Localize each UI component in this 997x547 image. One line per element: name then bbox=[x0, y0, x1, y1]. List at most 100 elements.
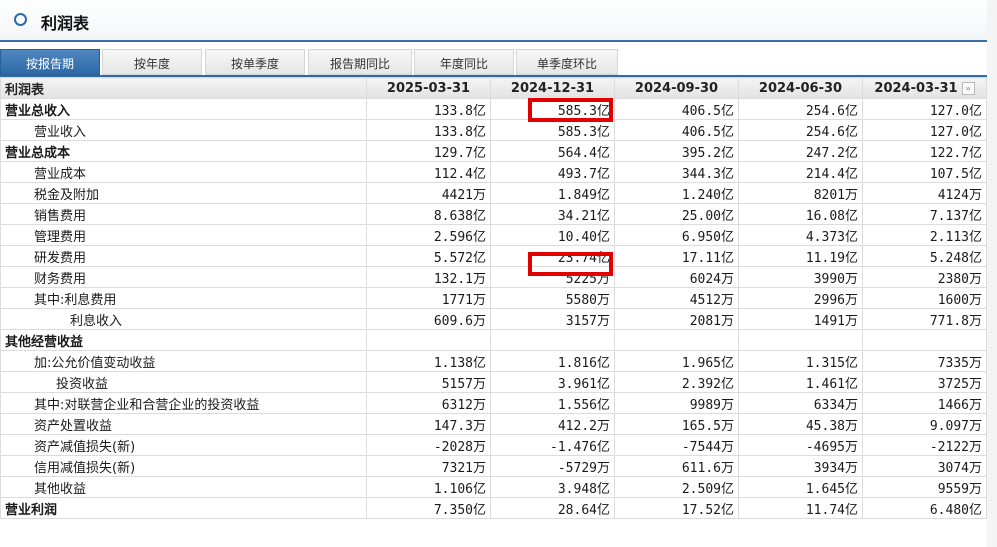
row-label: 管理费用 bbox=[0, 224, 367, 246]
row-label: 加:公允价值变动收益 bbox=[0, 350, 367, 372]
cell-value: 254.6亿 bbox=[738, 98, 863, 120]
cell-value: 2996万 bbox=[738, 287, 863, 309]
cell-value: -2028万 bbox=[366, 434, 491, 456]
cell-value: 34.21亿 bbox=[490, 203, 615, 225]
cell-value: 133.8亿 bbox=[366, 98, 491, 120]
cell-value: 5580万 bbox=[490, 287, 615, 309]
table-row: 资产减值损失(新) -2028万 -1.476亿 -7544万 -4695万 -2122万 bbox=[0, 434, 987, 456]
cell-value: -2122万 bbox=[862, 434, 987, 456]
income-statement-table: 利润表 2025-03-31 2024-12-31 2024-09-30 202… bbox=[0, 77, 987, 519]
table-row: 财务费用 132.1万 5225万 6024万 3990万 2380万 bbox=[0, 266, 987, 288]
cell-value: 7.350亿 bbox=[366, 497, 491, 519]
row-label: 营业总成本 bbox=[0, 140, 367, 162]
cell-value: 11.74亿 bbox=[738, 497, 863, 519]
column-header-date[interactable]: 2024-03-31» bbox=[862, 77, 987, 99]
column-header-date[interactable]: 2024-09-30 bbox=[614, 77, 739, 99]
cell-value: 25.00亿 bbox=[614, 203, 739, 225]
row-label: 信用减值损失(新) bbox=[0, 455, 367, 477]
row-label: 财务费用 bbox=[0, 266, 367, 288]
cell-value bbox=[614, 329, 739, 351]
cell-value: 5225万 bbox=[490, 266, 615, 288]
cell-value: 3157万 bbox=[490, 308, 615, 330]
cell-value: 412.2万 bbox=[490, 413, 615, 435]
row-label: 其他收益 bbox=[0, 476, 367, 498]
page-title: 利润表 bbox=[41, 14, 90, 33]
row-label: 销售费用 bbox=[0, 203, 367, 225]
table-row: 信用减值损失(新) 7321万 -5729万 611.6万 3934万 3074万 bbox=[0, 455, 987, 477]
table-row: 营业利润 7.350亿 28.64亿 17.52亿 11.74亿 6.480亿 bbox=[0, 497, 987, 519]
row-label: 其中:利息费用 bbox=[0, 287, 367, 309]
cell-value: 1.240亿 bbox=[614, 182, 739, 204]
table-row: 营业成本 112.4亿 493.7亿 344.3亿 214.4亿 107.5亿 bbox=[0, 161, 987, 183]
row-label: 营业成本 bbox=[0, 161, 367, 183]
cell-value: 3074万 bbox=[862, 455, 987, 477]
cell-value: 6024万 bbox=[614, 266, 739, 288]
cell-value: 23.74亿 bbox=[490, 245, 615, 267]
table-row: 其他经营收益 bbox=[0, 329, 987, 351]
cell-value: 1.556亿 bbox=[490, 392, 615, 414]
row-label: 营业收入 bbox=[0, 119, 367, 141]
page-header: 利润表 bbox=[0, 0, 997, 42]
table-row: 资产处置收益 147.3万 412.2万 165.5万 45.38万 9.097万 bbox=[0, 413, 987, 435]
cell-value: 1.965亿 bbox=[614, 350, 739, 372]
cell-value: 3725万 bbox=[862, 371, 987, 393]
table-row: 利息收入 609.6万 3157万 2081万 1491万 771.8万 bbox=[0, 308, 987, 330]
cell-value: 214.4亿 bbox=[738, 161, 863, 183]
cell-value: -5729万 bbox=[490, 455, 615, 477]
cell-value: 122.7亿 bbox=[862, 140, 987, 162]
cell-value: -7544万 bbox=[614, 434, 739, 456]
cell-value bbox=[490, 329, 615, 351]
cell-value: 1.816亿 bbox=[490, 350, 615, 372]
vertical-scrollbar[interactable] bbox=[987, 0, 997, 547]
cell-value bbox=[862, 329, 987, 351]
tab-report-period-yoy[interactable]: 报告期同比 bbox=[308, 49, 412, 75]
cell-value: 395.2亿 bbox=[614, 140, 739, 162]
cell-value: 4124万 bbox=[862, 182, 987, 204]
cell-value: 1466万 bbox=[862, 392, 987, 414]
cell-value: 1771万 bbox=[366, 287, 491, 309]
tab-by-single-quarter[interactable]: 按单季度 bbox=[205, 49, 305, 75]
column-header-date[interactable]: 2024-06-30 bbox=[738, 77, 863, 99]
cell-value: 406.5亿 bbox=[614, 119, 739, 141]
column-header-date[interactable]: 2024-12-31 bbox=[490, 77, 615, 99]
cell-value: 1.106亿 bbox=[366, 476, 491, 498]
cell-value: 28.64亿 bbox=[490, 497, 615, 519]
more-columns-icon[interactable]: » bbox=[961, 81, 975, 95]
tab-by-report-period[interactable]: 按报告期 bbox=[0, 49, 100, 75]
tab-by-year[interactable]: 按年度 bbox=[102, 49, 202, 75]
cell-value: 3.961亿 bbox=[490, 371, 615, 393]
tab-single-quarter-qoq[interactable]: 单季度环比 bbox=[516, 49, 618, 75]
cell-value: 6334万 bbox=[738, 392, 863, 414]
cell-value bbox=[738, 329, 863, 351]
cell-value: 127.0亿 bbox=[862, 119, 987, 141]
cell-value: 493.7亿 bbox=[490, 161, 615, 183]
cell-value: 406.5亿 bbox=[614, 98, 739, 120]
cell-value: 2081万 bbox=[614, 308, 739, 330]
cell-value: 9989万 bbox=[614, 392, 739, 414]
cell-value: 5157万 bbox=[366, 371, 491, 393]
table-row: 投资收益 5157万 3.961亿 2.392亿 1.461亿 3725万 bbox=[0, 371, 987, 393]
table-row: 营业收入 133.8亿 585.3亿 406.5亿 254.6亿 127.0亿 bbox=[0, 119, 987, 141]
table-row: 税金及附加 4421万 1.849亿 1.240亿 8201万 4124万 bbox=[0, 182, 987, 204]
cell-value: 609.6万 bbox=[366, 308, 491, 330]
cell-value: 4512万 bbox=[614, 287, 739, 309]
cell-value: 107.5亿 bbox=[862, 161, 987, 183]
table-row: 营业总收入 133.8亿 585.3亿 406.5亿 254.6亿 127.0亿 bbox=[0, 98, 987, 120]
tab-annual-yoy[interactable]: 年度同比 bbox=[414, 49, 514, 75]
column-header-date[interactable]: 2025-03-31 bbox=[366, 77, 491, 99]
cell-value: 611.6万 bbox=[614, 455, 739, 477]
cell-value: 247.2亿 bbox=[738, 140, 863, 162]
table-row: 其中:对联营企业和合营企业的投资收益 6312万 1.556亿 9989万 6334万 1… bbox=[0, 392, 987, 414]
cell-value: 45.38万 bbox=[738, 413, 863, 435]
cell-value: 127.0亿 bbox=[862, 98, 987, 120]
cell-value: 132.1万 bbox=[366, 266, 491, 288]
table-row: 营业总成本 129.7亿 564.4亿 395.2亿 247.2亿 122.7亿 bbox=[0, 140, 987, 162]
cell-value: 3934万 bbox=[738, 455, 863, 477]
cell-value: 2380万 bbox=[862, 266, 987, 288]
cell-value: 5.572亿 bbox=[366, 245, 491, 267]
cell-value: 1.849亿 bbox=[490, 182, 615, 204]
cell-value: 16.08亿 bbox=[738, 203, 863, 225]
table-row: 其中:利息费用 1771万 5580万 4512万 2996万 1600万 bbox=[0, 287, 987, 309]
table-row: 管理费用 2.596亿 10.40亿 6.950亿 4.373亿 2.113亿 bbox=[0, 224, 987, 246]
row-label: 其中:对联营企业和合营企业的投资收益 bbox=[0, 392, 367, 414]
